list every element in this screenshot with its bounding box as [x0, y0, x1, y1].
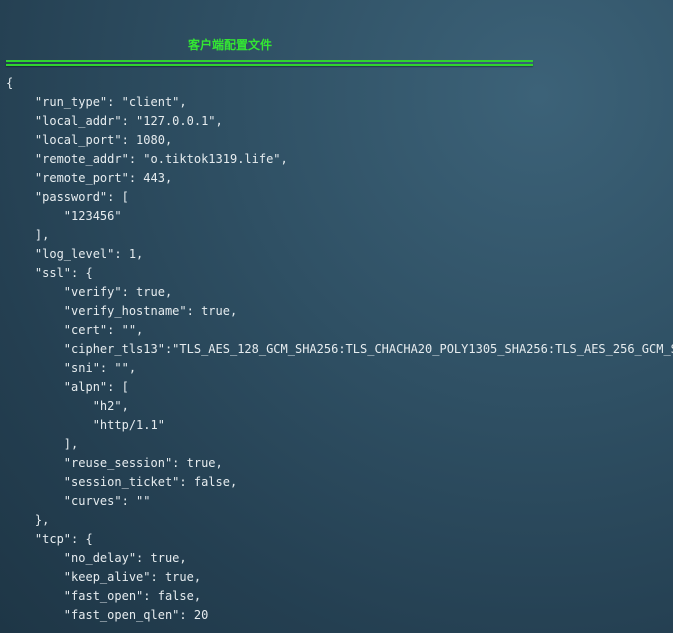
- code-line: "verify": true,: [6, 285, 173, 299]
- terminal-window: 客户端配置文件 { "run_type": "client", "local_a…: [0, 0, 673, 633]
- code-line: "tcp": {: [6, 532, 93, 546]
- code-line: "fast_open": false,: [6, 589, 202, 603]
- code-line: "remote_port": 443,: [6, 171, 173, 185]
- title-divider: [6, 60, 533, 66]
- code-line: "alpn": [: [6, 380, 129, 394]
- code-line: "local_addr": "127.0.0.1",: [6, 114, 223, 128]
- code-line: },: [6, 513, 50, 527]
- code-line: "session_ticket": false,: [6, 475, 238, 489]
- json-config-text[interactable]: { "run_type": "client", "local_addr": "1…: [6, 74, 673, 625]
- code-line: "h2",: [6, 399, 129, 413]
- code-line: ],: [6, 228, 50, 242]
- code-line: "keep_alive": true,: [6, 570, 202, 584]
- code-line: {: [6, 76, 14, 90]
- code-line: "cipher_tls13":"TLS_AES_128_GCM_SHA256:T…: [6, 342, 673, 356]
- code-line: "local_port": 1080,: [6, 133, 173, 147]
- code-line: ],: [6, 437, 79, 451]
- code-line: "no_delay": true,: [6, 551, 187, 565]
- code-line: "remote_addr": "o.tiktok1319.life",: [6, 152, 288, 166]
- code-line: "password": [: [6, 190, 129, 204]
- code-line: "sni": "",: [6, 361, 137, 375]
- code-line: "log_level": 1,: [6, 247, 144, 261]
- code-line: "123456": [6, 209, 122, 223]
- code-line: "cert": "",: [6, 323, 144, 337]
- code-line: "ssl": {: [6, 266, 93, 280]
- code-line: "http/1.1": [6, 418, 165, 432]
- code-line: "curves": "": [6, 494, 151, 508]
- code-line: "fast_open_qlen": 20: [6, 608, 209, 622]
- code-line: "verify_hostname": true,: [6, 304, 238, 318]
- code-line: "reuse_session": true,: [6, 456, 223, 470]
- config-title: 客户端配置文件: [188, 38, 273, 52]
- code-line: "run_type": "client",: [6, 95, 187, 109]
